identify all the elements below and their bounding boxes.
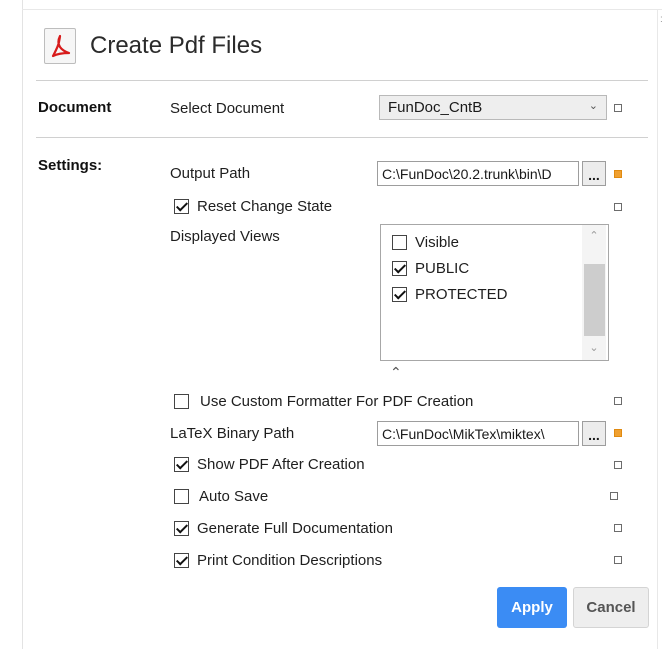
cancel-button[interactable]: Cancel: [573, 587, 649, 628]
show-pdf-checkbox[interactable]: [174, 457, 189, 472]
reset-change-state-marker[interactable]: [614, 203, 622, 211]
document-section-label: Document: [38, 99, 112, 116]
auto-save-label: Auto Save: [199, 488, 269, 505]
view-visible-checkbox[interactable]: [392, 235, 407, 250]
reset-change-state-label: Reset Change State: [197, 198, 333, 215]
view-visible-label: Visible: [415, 234, 459, 251]
displayed-views-label: Displayed Views: [170, 228, 280, 245]
scroll-up-icon[interactable]: ⌃: [582, 229, 606, 242]
dialog-top-border: [22, 9, 662, 10]
full-doc-marker[interactable]: [614, 524, 622, 532]
select-document-label: Select Document: [170, 100, 285, 117]
output-path-label: Output Path: [170, 165, 251, 182]
window-edge-mark: :: [660, 14, 663, 25]
show-pdf-label: Show PDF After Creation: [197, 456, 365, 473]
chevron-down-icon[interactable]: ⌄: [589, 99, 598, 112]
print-conditions-row: Print Condition Descriptions: [174, 552, 382, 569]
latex-path-browse-button[interactable]: ...: [582, 421, 606, 446]
collapse-caret-icon[interactable]: ⌃: [390, 364, 402, 381]
document-select-value: FunDoc_CntB: [388, 99, 483, 116]
dialog-left-border: [22, 0, 23, 649]
view-public-label: PUBLIC: [415, 260, 470, 277]
output-path-modified-marker[interactable]: [614, 170, 622, 178]
auto-save-marker[interactable]: [610, 492, 618, 500]
show-pdf-row: Show PDF After Creation: [174, 456, 365, 473]
apply-button[interactable]: Apply: [497, 587, 567, 628]
view-protected-checkbox[interactable]: [392, 287, 407, 302]
print-conditions-marker[interactable]: [614, 556, 622, 564]
header-divider: [36, 80, 648, 81]
latex-path-modified-marker[interactable]: [614, 429, 622, 437]
pdf-icon: [44, 28, 76, 64]
document-select[interactable]: FunDoc_CntB ⌄: [379, 95, 607, 120]
latex-path-field[interactable]: C:\FunDoc\MikTex\miktex\: [377, 421, 579, 446]
custom-formatter-label: Use Custom Formatter For PDF Creation: [200, 393, 474, 410]
full-doc-checkbox[interactable]: [174, 521, 189, 536]
view-public-checkbox[interactable]: [392, 261, 407, 276]
output-path-field[interactable]: C:\FunDoc\20.2.trunk\bin\D: [377, 161, 579, 186]
reset-change-state-row: Reset Change State: [174, 198, 332, 215]
full-doc-label: Generate Full Documentation: [197, 520, 393, 537]
auto-save-checkbox[interactable]: [174, 489, 189, 504]
views-scrollbar-thumb[interactable]: [584, 264, 605, 336]
show-pdf-marker[interactable]: [614, 461, 622, 469]
dialog-header: Create Pdf Files: [44, 25, 262, 67]
print-conditions-checkbox[interactable]: [174, 553, 189, 568]
dialog-title: Create Pdf Files: [90, 32, 263, 59]
custom-formatter-marker[interactable]: [614, 397, 622, 405]
list-item[interactable]: Visible: [392, 234, 459, 251]
custom-formatter-checkbox[interactable]: [174, 394, 189, 409]
latex-path-label: LaTeX Binary Path: [170, 425, 295, 442]
view-protected-label: PROTECTED: [415, 286, 508, 303]
dialog-right-border: [657, 9, 658, 649]
full-doc-row: Generate Full Documentation: [174, 520, 393, 537]
reset-change-state-checkbox[interactable]: [174, 199, 189, 214]
document-divider: [36, 137, 648, 138]
settings-section-label: Settings:: [38, 157, 103, 174]
list-item[interactable]: PROTECTED: [392, 286, 508, 303]
custom-formatter-row: Use Custom Formatter For PDF Creation: [174, 393, 473, 410]
displayed-views-list[interactable]: Visible PUBLIC PROTECTED: [380, 224, 609, 361]
scroll-down-icon[interactable]: ⌄: [582, 341, 606, 354]
print-conditions-label: Print Condition Descriptions: [197, 552, 383, 569]
list-item[interactable]: PUBLIC: [392, 260, 469, 277]
document-default-marker[interactable]: [614, 104, 622, 112]
auto-save-row: Auto Save: [174, 488, 268, 505]
output-path-browse-button[interactable]: ...: [582, 161, 606, 186]
